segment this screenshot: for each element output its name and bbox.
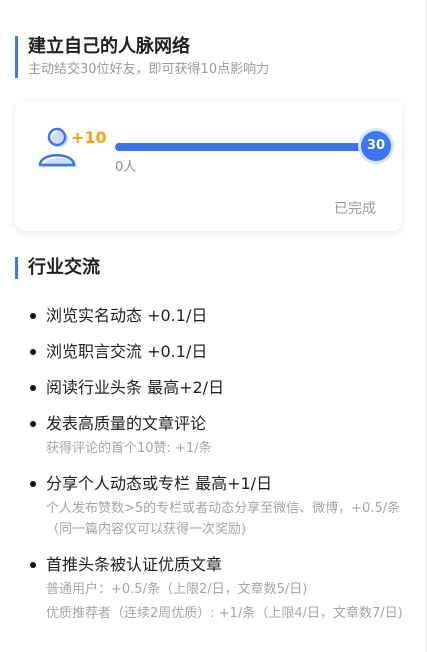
current-count: 0人 [115, 160, 137, 175]
goal-badge: 30 [361, 131, 391, 161]
bullet-icon [30, 313, 36, 319]
status-label: 已完成 [334, 201, 376, 217]
task-item: 发表高质量的文章评论获得评论的首个10赞: +1/条 [28, 413, 408, 459]
task-note: 优质推荐者（连续2周优质）: +1/条（上限4/日，文章数7/日) [46, 606, 403, 621]
progress-bar [115, 143, 385, 151]
task-title: 发表高质量的文章评论 [46, 414, 207, 433]
task-item: 浏览实名动态 +0.1/日 [28, 305, 408, 327]
task-item: 浏览职言交流 +0.1/日 [28, 341, 408, 363]
section-title: 建立自己的人脉网络 [28, 36, 190, 57]
bullet-icon [30, 421, 36, 427]
task-item: 阅读行业头条 最高+2/日 [28, 377, 408, 399]
task-note: 个人发布赞数>5的专栏或者动态分享至微信、微博，+0.5/条（同一篇内容仅可以获… [46, 501, 401, 537]
bullet-icon [30, 562, 36, 568]
industry-title: 行业交流 [28, 257, 100, 278]
task-item: 首推头条被认证优质文章普通用户：+0.5/条（上限2/日，文章数5/日) 优质推荐… [28, 554, 408, 624]
task-list: 浏览实名动态 +0.1/日 浏览职言交流 +0.1/日 阅读行业头条 最高+2/日发… [28, 305, 408, 638]
section-subtitle: 主动结交30位好友，即可获得10点影响力 [28, 62, 270, 77]
progress-card: +10 30 0人 已完成 [15, 101, 402, 231]
task-title: 首推头条被认证优质文章 [46, 555, 223, 574]
task-note: 普通用户：+0.5/条（上限2/日，文章数5/日) [46, 582, 308, 597]
network-section-header: 建立自己的人脉网络 主动结交30位好友，即可获得10点影响力 [15, 36, 269, 78]
bullet-icon [30, 481, 36, 487]
task-item: 分享个人动态或专栏 最高+1/日个人发布赞数>5的专栏或者动态分享至微信、微博，… [28, 473, 408, 540]
task-title: 阅读行业头条 最高+2/日 [46, 378, 225, 397]
bullet-icon [30, 349, 36, 355]
industry-section-header: 行业交流 [15, 257, 100, 279]
task-title: 分享个人动态或专栏 最高+1/日 [46, 474, 273, 493]
reward-badge: +10 [71, 128, 107, 147]
task-title: 浏览职言交流 +0.1/日 [46, 342, 208, 361]
task-note: 获得评论的首个10赞: +1/条 [46, 441, 212, 456]
task-title: 浏览实名动态 +0.1/日 [46, 306, 208, 325]
bullet-icon [30, 385, 36, 391]
